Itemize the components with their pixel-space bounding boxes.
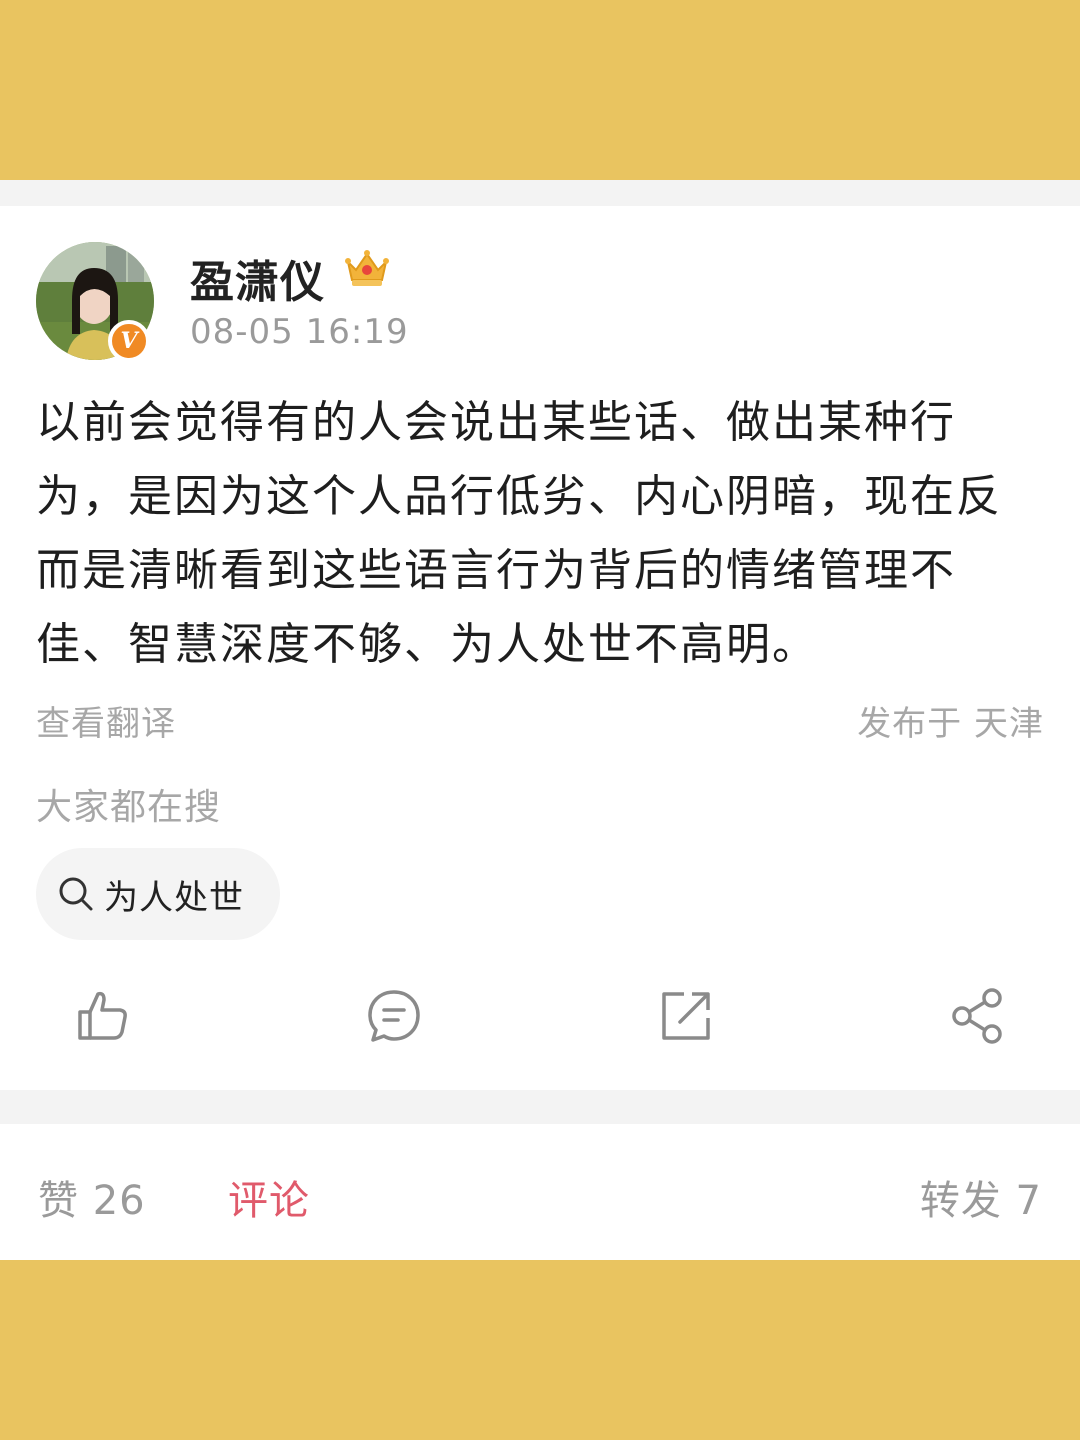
view-translation-link[interactable]: 查看翻译 [36, 696, 176, 745]
comment-icon [368, 990, 420, 1042]
trending-search-chip-label: 为人处世 [104, 877, 244, 918]
top-background-band [0, 0, 1080, 180]
post-card: V 盈潇仪 08-05 16:19 以前会觉得有的人会说出某些话、做出某种行为，… [0, 206, 1080, 1090]
search-icon [58, 876, 94, 912]
thumbs-up-icon [78, 991, 127, 1040]
bottom-background-band [0, 1260, 1080, 1440]
repost-icon [662, 992, 710, 1040]
username[interactable]: 盈潇仪 [190, 246, 325, 310]
stats-bar: 赞 26 评论 转发 7 [0, 1124, 1080, 1260]
tab-likes[interactable]: 赞 26 [38, 1168, 146, 1226]
post-location: 发布于 天津 [857, 704, 1044, 744]
post-body-text: 以前会觉得有的人会说出某些话、做出某种行为，是因为这个人品行低劣、内心阴暗，现在… [36, 397, 1002, 670]
share-button[interactable] [948, 986, 1008, 1046]
tab-reposts[interactable]: 转发 7 [920, 1168, 1042, 1226]
repost-button[interactable] [656, 986, 716, 1046]
share-icon [952, 988, 1002, 1044]
verified-badge-icon: V [108, 320, 150, 362]
avatar[interactable]: V [36, 242, 156, 362]
crown-badge-icon[interactable] [344, 248, 390, 290]
post-timestamp: 08-05 16:19 [190, 312, 409, 352]
like-button[interactable] [72, 986, 132, 1046]
trending-search-chip[interactable]: 为人处世 [36, 848, 280, 940]
trending-label: 大家都在搜 [36, 787, 222, 828]
comment-button[interactable] [364, 986, 424, 1046]
top-divider [0, 180, 1080, 206]
tab-comments[interactable]: 评论 [228, 1168, 310, 1226]
stats-divider [0, 1090, 1080, 1124]
